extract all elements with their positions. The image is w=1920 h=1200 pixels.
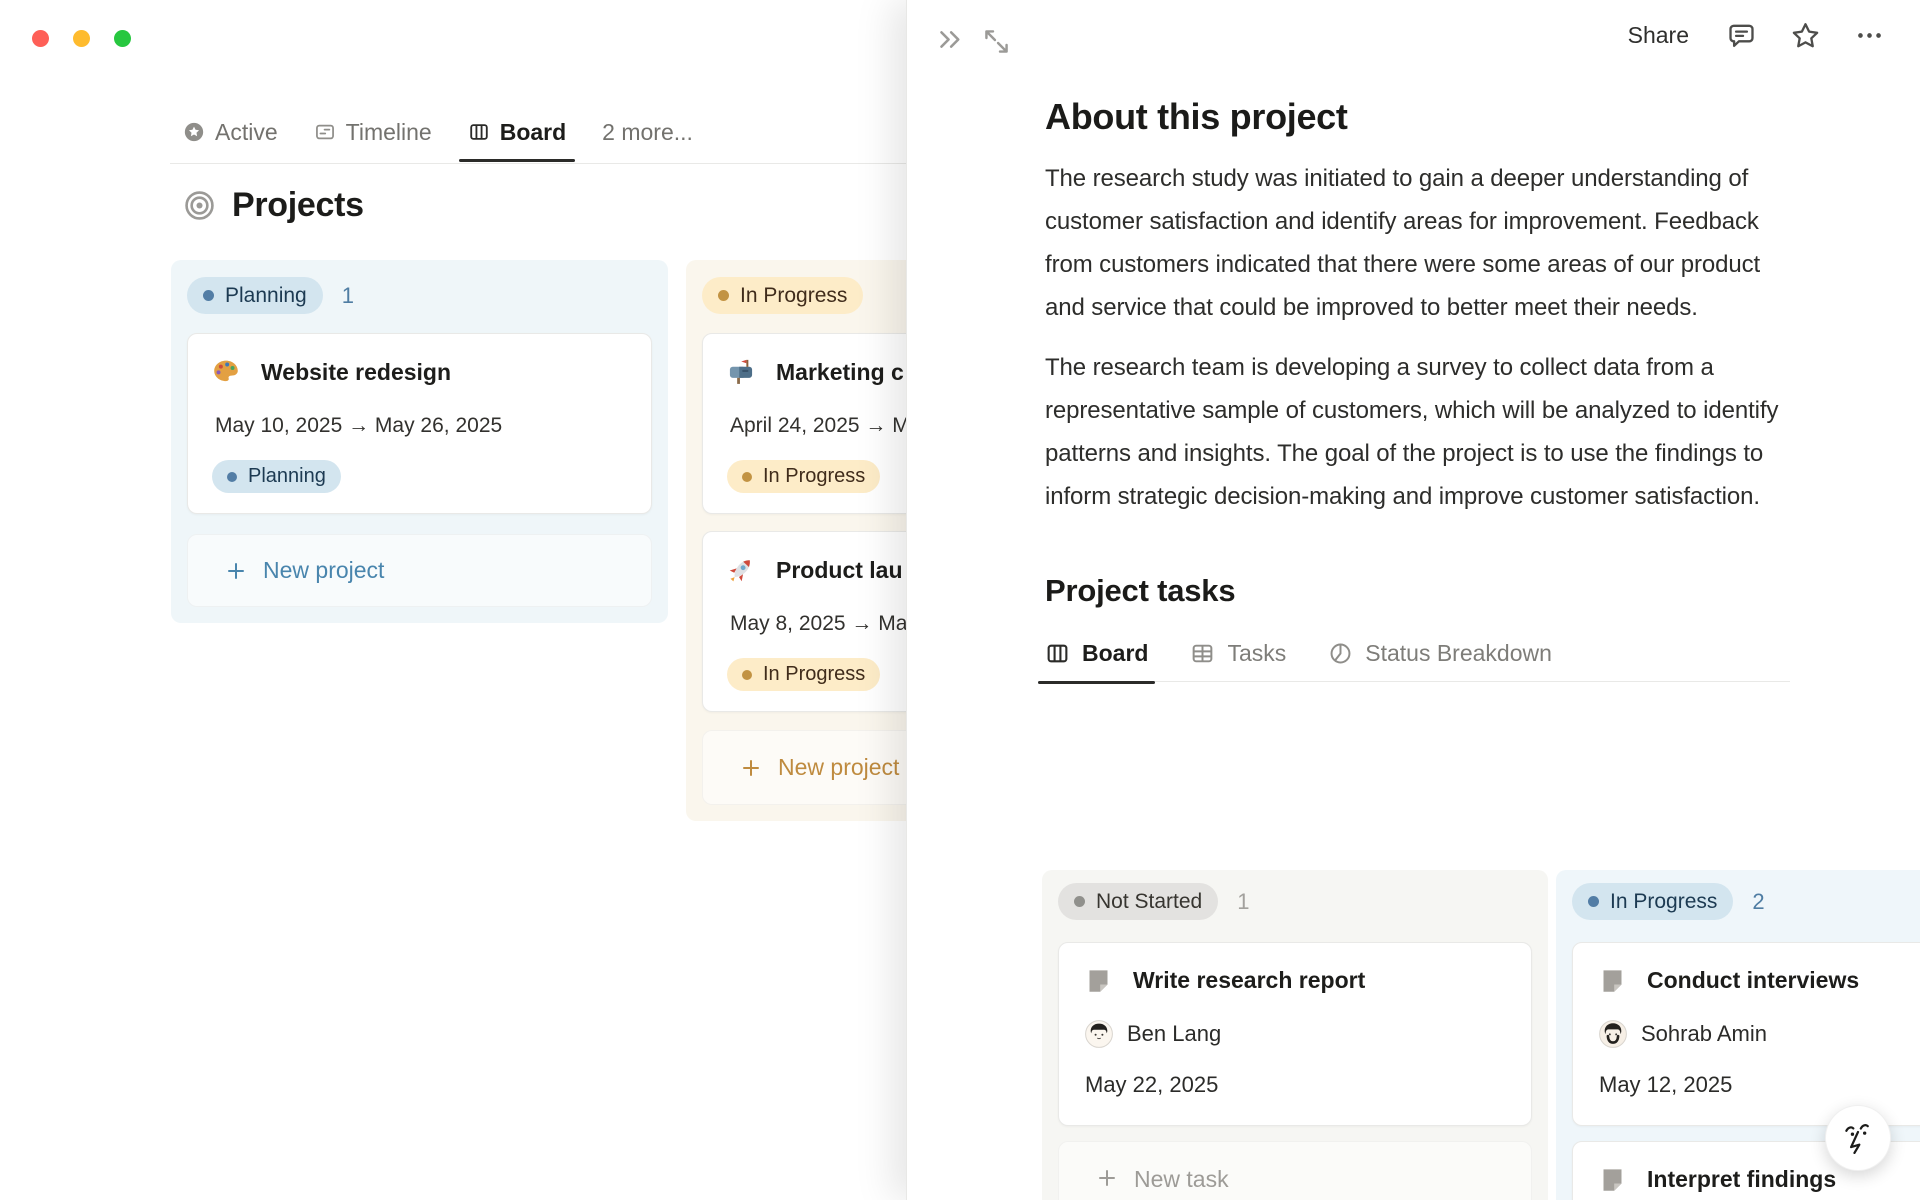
section-heading-about[interactable]: About this project — [1045, 96, 1790, 138]
task-title: Write research report — [1133, 967, 1366, 993]
notion-ai-button[interactable] — [1825, 1105, 1891, 1171]
card-status-tag: Planning — [212, 460, 341, 493]
ellipsis-icon[interactable] — [1854, 20, 1885, 51]
target-icon — [185, 191, 214, 220]
status-pill-in-progress[interactable]: In Progress — [702, 277, 864, 314]
tasks-view-tabs: Board Tasks Status Breakdown — [1037, 640, 1790, 684]
notion-app-window: Active Timeline Board 2 more... Projects… — [0, 0, 1920, 1200]
star-circle-icon — [184, 122, 204, 142]
task-date: May 22, 2025 — [1085, 1072, 1219, 1097]
status-dot-icon — [203, 290, 214, 301]
status-dot-icon — [718, 290, 729, 301]
board-column-planning: Planning 1 Website redesign May 10, 2025… — [171, 260, 668, 623]
status-dot-icon — [1588, 896, 1599, 907]
task-column-not-started: Not Started 1 Write research report Ben … — [1042, 870, 1548, 1200]
page-title[interactable]: Projects — [232, 186, 364, 225]
section-heading-tasks[interactable]: Project tasks — [1045, 573, 1790, 609]
note-icon — [1089, 970, 1108, 992]
column-count: 1 — [341, 282, 354, 308]
timeline-icon — [315, 124, 334, 140]
view-tab-timeline[interactable]: Timeline — [314, 102, 432, 162]
column-header: Not Started 1 — [1058, 883, 1532, 920]
task-card-write-research-report[interactable]: Write research report Ben Lang May 22, 2… — [1058, 942, 1532, 1126]
about-paragraph-2[interactable]: The research team is developing a survey… — [1045, 346, 1790, 518]
task-title: Interpret findings — [1647, 1166, 1837, 1192]
tasks-tab-tasks[interactable]: Tasks — [1190, 640, 1286, 667]
tasks-board: Not Started 1 Write research report Ben … — [1042, 870, 1920, 1200]
page-content: About this project The research study wa… — [1037, 0, 1790, 684]
notion-ai-face-icon — [1845, 1124, 1869, 1154]
task-card-conduct-interviews[interactable]: Conduct interviews Sohrab Amin May 12, 2… — [1572, 942, 1920, 1126]
plus-icon — [743, 759, 759, 776]
minimize-window-button[interactable] — [73, 30, 90, 47]
card-title: Marketing c — [776, 358, 904, 385]
status-dot-icon — [742, 471, 752, 482]
card-title: Website redesign — [261, 358, 452, 385]
palette-icon — [214, 360, 238, 382]
task-assignee: Ben Lang — [1127, 1021, 1222, 1046]
table-icon — [1193, 644, 1213, 663]
new-task-button[interactable]: New task — [1058, 1141, 1532, 1200]
view-tab-more[interactable]: 2 more... — [602, 102, 693, 162]
task-title: Conduct interviews — [1647, 967, 1860, 993]
plus-icon — [228, 562, 244, 579]
sohrab-amin-avatar — [1599, 1020, 1627, 1048]
column-count: 1 — [1237, 888, 1250, 914]
view-tab-active[interactable]: Active — [183, 102, 278, 162]
task-date: May 12, 2025 — [1599, 1072, 1733, 1097]
tasks-tab-status-breakdown[interactable]: Status Breakdown — [1328, 640, 1552, 667]
view-tab-label: 2 more... — [602, 118, 693, 145]
card-status-tag: In Progress — [727, 460, 881, 493]
pie-chart-icon — [1330, 643, 1351, 664]
note-icon — [1603, 1169, 1622, 1191]
note-icon — [1603, 970, 1622, 992]
column-header: Planning 1 — [187, 277, 652, 314]
zoom-window-button[interactable] — [114, 30, 131, 47]
about-paragraph-1[interactable]: The research study was initiated to gain… — [1045, 157, 1790, 329]
side-peek-panel: Share About this project The research st… — [906, 0, 1920, 1200]
board-icon — [1047, 644, 1068, 663]
tasks-tab-board[interactable]: Board — [1037, 640, 1156, 684]
expand-diagonal-icon[interactable] — [981, 26, 1012, 57]
view-tab-label: Timeline — [345, 118, 432, 145]
window-controls — [32, 30, 131, 47]
card-date-range: May 10, 2025 → May 26, 2025 — [215, 414, 503, 437]
new-project-button[interactable]: New project — [187, 534, 652, 607]
ben-lang-avatar — [1085, 1020, 1113, 1048]
close-window-button[interactable] — [32, 30, 49, 47]
view-tab-label: Active — [215, 118, 278, 145]
status-dot-icon — [742, 669, 752, 680]
status-pill-in-progress[interactable]: In Progress — [1572, 883, 1734, 920]
view-tab-label: Board — [499, 118, 567, 145]
card-title: Product lau — [776, 556, 903, 583]
task-assignee: Sohrab Amin — [1641, 1021, 1767, 1046]
card-status-tag: In Progress — [727, 658, 881, 691]
status-dot-icon — [227, 471, 237, 482]
status-pill-not-started[interactable]: Not Started — [1058, 883, 1219, 920]
page-title-block: Projects — [183, 186, 364, 225]
tabs-divider — [170, 163, 930, 164]
column-count: 2 — [1752, 888, 1765, 914]
status-pill-planning[interactable]: Planning — [187, 277, 323, 314]
mailbox-icon — [729, 359, 753, 384]
double-chevron-right-icon[interactable] — [935, 24, 966, 55]
view-tabs: Active Timeline Board 2 more... — [183, 102, 693, 162]
board-icon — [469, 124, 488, 140]
star-icon[interactable] — [1790, 20, 1821, 51]
status-dot-icon — [1074, 896, 1085, 907]
rocket-icon — [729, 560, 750, 582]
view-tab-board[interactable]: Board — [458, 102, 576, 162]
column-header: In Progress 2 — [1572, 883, 1920, 920]
project-card-website-redesign[interactable]: Website redesign May 10, 2025 → May 26, … — [187, 333, 652, 514]
plus-icon — [1099, 1170, 1115, 1186]
